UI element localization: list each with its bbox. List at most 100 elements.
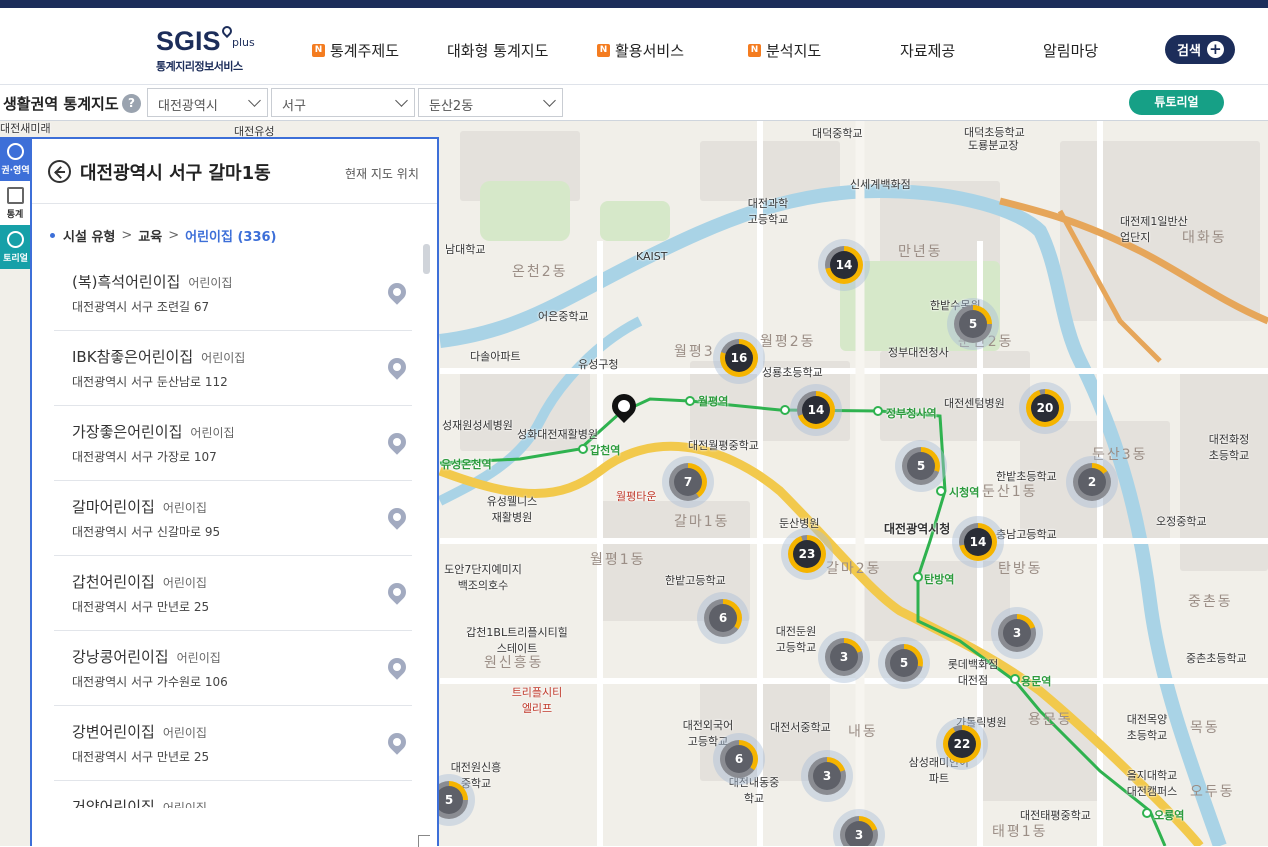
station-label: 오룡역 (1154, 809, 1185, 822)
cluster-marker[interactable]: 5 (895, 440, 947, 492)
side-tabs: 권·영역 통계 토리얼 (0, 137, 31, 269)
map-pin-icon[interactable] (384, 654, 410, 680)
nav-label: 활용서비스 (615, 41, 685, 60)
facility-name: 강낭콩어린이집 (72, 648, 169, 666)
facility-name: 가장좋은어린이집 (72, 423, 183, 441)
sigungu-select[interactable]: 서구 (271, 88, 415, 117)
station-label: 시청역 (949, 486, 980, 499)
cluster-marker[interactable]: 2 (1066, 456, 1118, 508)
cluster-marker[interactable]: 14 (952, 516, 1004, 568)
nav-notice[interactable]: 알림마당 (1043, 38, 1098, 62)
facility-type: 어린이집 (162, 576, 207, 590)
list-item[interactable]: 갈마어린이집 어린이집 대전광역시 서구 신갈마로 95 (54, 481, 412, 556)
map-pin-icon[interactable] (384, 429, 410, 455)
current-location-link[interactable]: 현재 지도 위치 (345, 165, 419, 182)
cluster-marker[interactable]: 7 (662, 456, 714, 508)
list-item[interactable]: IBK참좋은어린이집 어린이집 대전광역시 서구 둔산남로 112 (54, 331, 412, 406)
cluster-marker[interactable]: 22 (936, 718, 988, 770)
station-label: 탄방역 (924, 573, 955, 586)
site-header: SGIS plus 통계지리정보서비스 N 통계주제도 대화형 통계지도 N 활용서… (0, 8, 1268, 85)
logo-plus: plus (232, 36, 255, 49)
nav-label: 대화형 통계지도 (447, 41, 549, 60)
cluster-marker[interactable]: 20 (1019, 382, 1071, 434)
facility-type: 어린이집 (162, 801, 207, 808)
nav-data[interactable]: 자료제공 (900, 38, 955, 62)
map-pin-icon[interactable] (384, 804, 410, 808)
bullet-icon (50, 233, 55, 238)
help-icon[interactable]: ? (122, 94, 141, 113)
cluster-marker[interactable]: 3 (818, 631, 870, 683)
poi-label: 을지대학교대전캠퍼스 (1126, 769, 1178, 798)
list-item[interactable]: 갑천어린이집 어린이집 대전광역시 서구 만년로 25 (54, 556, 412, 631)
cluster-marker[interactable]: 5 (878, 637, 930, 689)
crumb-education[interactable]: 교육 (138, 226, 162, 245)
nav-label: 통계주제도 (330, 41, 400, 60)
cluster-marker[interactable]: 23 (781, 528, 833, 580)
facility-list: (복)흑석어린이집 어린이집 대전광역시 서구 조련길 67 IBK참좋은어린이집 어… (54, 256, 412, 808)
facility-address: 대전광역시 서구 만년로 25 (72, 750, 210, 764)
cluster-marker[interactable]: 6 (697, 592, 749, 644)
map-toolbar: 생활권역 통계지도 ? 대전광역시 서구 둔산2동 튜토리얼 (0, 85, 1268, 121)
list-item[interactable]: 가장좋은어린이집 어린이집 대전광역시 서구 가장로 107 (54, 406, 412, 481)
map-pin-icon[interactable] (384, 579, 410, 605)
map-pin-icon[interactable] (384, 279, 410, 305)
poi-label: 대전제1일반산업단지 (1120, 215, 1188, 244)
nav-stat-theme-map[interactable]: N 통계주제도 (312, 38, 399, 62)
back-arrow-icon[interactable] (48, 160, 71, 183)
nav-interactive-map[interactable]: 대화형 통계지도 (447, 38, 548, 62)
facility-address: 대전광역시 서구 만년로 25 (72, 600, 210, 614)
station-label: 유성온천역 (441, 458, 492, 471)
dong-select[interactable]: 둔산2동 (418, 88, 563, 117)
map-pin-icon[interactable] (384, 504, 410, 530)
chevron-down-icon (395, 94, 408, 107)
district-label: 갈마2동 (826, 561, 882, 577)
cluster-marker[interactable]: 5 (947, 298, 999, 350)
sgis-logo[interactable]: SGIS plus 통계지리정보서비스 (156, 23, 255, 74)
district-label: 중촌동 (1188, 594, 1233, 610)
resize-handle-icon[interactable] (418, 835, 430, 847)
poi-label: 충남고등학교 (996, 528, 1057, 541)
cluster-marker[interactable]: 14 (790, 384, 842, 436)
tab-tutorial[interactable]: 토리얼 (0, 225, 31, 269)
list-item[interactable]: 강낭콩어린이집 어린이집 대전광역시 서구 가수원로 106 (54, 631, 412, 706)
crumb-daycare[interactable]: 어린이집 (336) (185, 226, 276, 245)
tab-stats[interactable]: 통계 (0, 181, 31, 225)
list-scrollbar[interactable] (423, 244, 430, 274)
tab-area[interactable]: 권·영역 (0, 137, 31, 181)
list-item[interactable]: (복)흑석어린이집 어린이집 대전광역시 서구 조련길 67 (54, 256, 412, 331)
nav-analysis-map[interactable]: N 분석지도 (748, 38, 821, 62)
facility-type: 어린이집 (190, 426, 235, 440)
poi-label: 대전월평중학교 (688, 439, 759, 452)
tab-label: 토리얼 (3, 254, 28, 264)
facility-address: 대전광역시 서구 둔산남로 112 (72, 375, 228, 389)
new-badge: N (312, 43, 325, 57)
map-pin-icon[interactable] (384, 354, 410, 380)
district-label: 월평1동 (590, 552, 646, 568)
tutorial-button[interactable]: 튜토리얼 (1129, 90, 1224, 115)
station-label: 정부청사역 (886, 407, 937, 420)
sido-select[interactable]: 대전광역시 (147, 88, 268, 117)
area-icon (7, 143, 24, 160)
list-item[interactable]: 강변어린이집 어린이집 대전광역시 서구 만년로 25 (54, 706, 412, 781)
chevron-down-icon (543, 94, 556, 107)
map-pin-icon[interactable] (384, 729, 410, 755)
panel-header: 대전광역시 서구 갈마1동 현재 지도 위치 (32, 139, 437, 204)
cluster-marker[interactable]: 3 (991, 607, 1043, 659)
facility-type: 어린이집 (201, 351, 246, 365)
cluster-marker[interactable]: 3 (833, 809, 885, 846)
logo-subtitle: 통계지리정보서비스 (156, 60, 243, 73)
cluster-marker[interactable]: 6 (713, 733, 765, 785)
poi-label: 유성구청 (578, 358, 619, 371)
search-button[interactable]: 검색 + (1165, 35, 1235, 64)
cluster-marker[interactable]: 14 (818, 239, 870, 291)
district-label: 목동 (1190, 720, 1220, 736)
district-label: 만년동 (898, 244, 943, 260)
crumb-facility-type[interactable]: 시설 유형 (63, 226, 115, 245)
list-item[interactable]: 거양어린이집 어린이집 (54, 781, 412, 808)
nav-label: 분석지도 (766, 41, 822, 60)
poi-label: 성화대전재활병원 (517, 428, 598, 441)
district-label: 월평3 (674, 344, 715, 360)
cluster-marker[interactable]: 3 (801, 750, 853, 802)
cluster-marker[interactable]: 16 (713, 332, 765, 384)
nav-utilization[interactable]: N 활용서비스 (597, 38, 684, 62)
